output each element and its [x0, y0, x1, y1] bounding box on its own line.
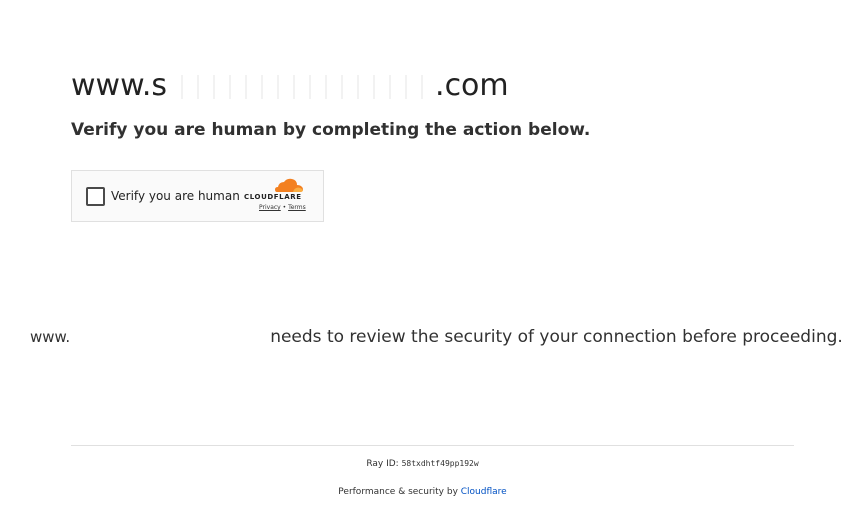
privacy-link[interactable]: Privacy — [259, 204, 281, 211]
verify-checkbox-label[interactable]: Verify you are human — [111, 189, 240, 203]
redacted-domain — [167, 74, 436, 99]
cloudflare-logo: CLOUDFLARE Privacy • Terms — [244, 177, 306, 217]
turnstile-widget: Verify you are human CLOUDFLARE Privacy … — [71, 170, 324, 222]
performance-text: Performance & security by — [338, 487, 461, 497]
verify-checkbox[interactable] — [86, 187, 105, 206]
ray-id-label: Ray ID: — [366, 459, 402, 469]
terms-link[interactable]: Terms — [288, 204, 306, 211]
ray-id: Ray ID: 58txdhtf49pp192w — [0, 459, 845, 469]
cloudflare-wordmark: CLOUDFLARE — [244, 193, 302, 201]
site-title-prefix: www.s — [71, 68, 168, 103]
site-title: www.s .com — [71, 68, 509, 103]
challenge-page: www.s .com Verify you are human by comple… — [0, 0, 845, 528]
cloud-icon — [275, 178, 303, 192]
review-domain-prefix: www. — [30, 328, 71, 346]
widget-links: Privacy • Terms — [259, 204, 306, 211]
verify-headline: Verify you are human by completing the a… — [71, 120, 591, 140]
performance-footer: Performance & security by Cloudflare — [0, 487, 845, 497]
link-separator: • — [280, 204, 289, 211]
review-message-text: needs to review the security of your con… — [270, 327, 843, 347]
cloudflare-link[interactable]: Cloudflare — [461, 487, 507, 497]
site-title-suffix: .com — [435, 68, 509, 103]
ray-id-value: 58txdhtf49pp192w — [401, 459, 479, 468]
security-review-message: www. needs to review the security of your… — [30, 327, 843, 347]
footer-divider — [71, 445, 794, 446]
